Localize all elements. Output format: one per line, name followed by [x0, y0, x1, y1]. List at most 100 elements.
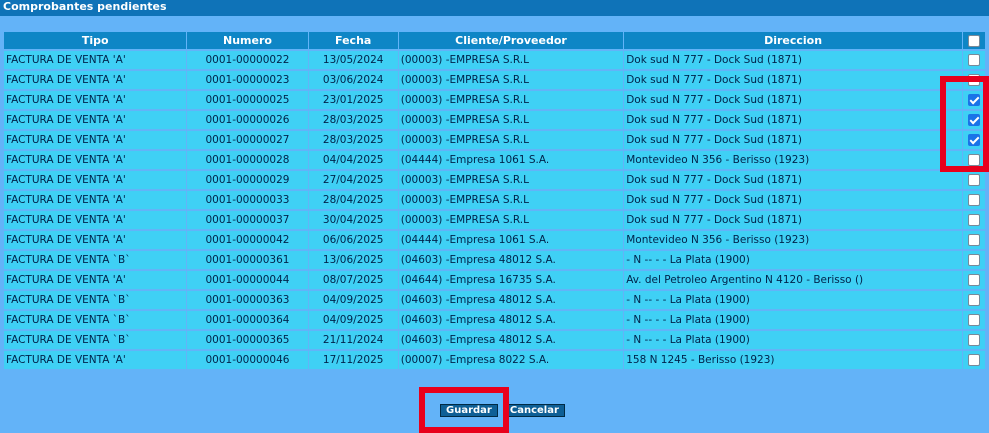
row-checkbox-cell	[962, 71, 985, 89]
cell-cliente: (04444) -Empresa 1061 S.A.	[398, 151, 624, 169]
cell-fecha: 21/11/2024	[308, 331, 398, 349]
cell-numero: 0001-00000037	[187, 211, 308, 229]
cell-fecha: 28/04/2025	[308, 191, 398, 209]
cell-cliente: (00003) -EMPRESA S.R.L	[398, 131, 624, 149]
cell-cliente: (04644) -Empresa 16735 S.A.	[398, 271, 624, 289]
cell-direccion: - N -- - - La Plata (1900)	[624, 291, 962, 309]
row-checkbox-cell	[962, 151, 985, 169]
cell-direccion: Dok sud N 777 - Dock Sud (1871)	[624, 131, 962, 149]
cell-direccion: - N -- - - La Plata (1900)	[624, 251, 962, 269]
cell-tipo: FACTURA DE VENTA 'A'	[4, 131, 187, 149]
row-select-checkbox[interactable]	[967, 354, 980, 366]
cell-tipo: FACTURA DE VENTA `B`	[4, 311, 187, 329]
cell-fecha: 04/04/2025	[308, 151, 398, 169]
cell-fecha: 23/01/2025	[308, 91, 398, 109]
cell-numero: 0001-00000023	[187, 71, 308, 89]
row-checkbox-cell	[962, 51, 985, 69]
cell-numero: 0001-00000363	[187, 291, 308, 309]
comprobantes-table: Tipo Numero Fecha Cliente/Proveedor Dire…	[3, 30, 986, 371]
row-select-checkbox[interactable]	[967, 54, 980, 66]
table-row[interactable]: FACTURA DE VENTA `B` 0001-00000361 13/06/2…	[4, 251, 985, 269]
cell-tipo: FACTURA DE VENTA 'A'	[4, 51, 187, 69]
row-select-checkbox[interactable]	[967, 214, 980, 226]
row-select-checkbox[interactable]	[967, 274, 980, 286]
save-button[interactable]: Guardar	[440, 404, 498, 417]
cell-fecha: 13/05/2024	[308, 51, 398, 69]
table-row[interactable]: FACTURA DE VENTA 'A' 0001-00000029 27/04/2…	[4, 171, 985, 189]
row-select-checkbox[interactable]	[967, 194, 980, 206]
table-header-row: Tipo Numero Fecha Cliente/Proveedor Dire…	[4, 32, 985, 49]
cell-numero: 0001-00000026	[187, 111, 308, 129]
column-header-direccion: Direccion	[624, 32, 962, 49]
cell-cliente: (00003) -EMPRESA S.R.L	[398, 191, 624, 209]
cell-numero: 0001-00000022	[187, 51, 308, 69]
row-checkbox-cell	[962, 211, 985, 229]
cell-cliente: (00003) -EMPRESA S.R.L	[398, 171, 624, 189]
column-header-cliente: Cliente/Proveedor	[398, 32, 624, 49]
cell-direccion: - N -- - - La Plata (1900)	[624, 331, 962, 349]
cell-fecha: 04/09/2025	[308, 291, 398, 309]
select-all-checkbox[interactable]	[967, 35, 980, 47]
cell-fecha: 17/11/2025	[308, 351, 398, 369]
cell-numero: 0001-00000027	[187, 131, 308, 149]
column-header-tipo: Tipo	[4, 32, 187, 49]
row-checkbox-cell	[962, 351, 985, 369]
cell-direccion: Av. del Petroleo Argentino N 4120 - Beri…	[624, 271, 962, 289]
row-select-checkbox[interactable]	[967, 154, 980, 166]
table-row[interactable]: FACTURA DE VENTA 'A' 0001-00000022 13/05/2…	[4, 51, 985, 69]
table-row[interactable]: FACTURA DE VENTA 'A' 0001-00000027 28/03/2…	[4, 131, 985, 149]
cell-numero: 0001-00000029	[187, 171, 308, 189]
cell-cliente: (00007) -Empresa 8022 S.A.	[398, 351, 624, 369]
cell-tipo: FACTURA DE VENTA `B`	[4, 331, 187, 349]
row-checkbox-cell	[962, 291, 985, 309]
cell-tipo: FACTURA DE VENTA `B`	[4, 251, 187, 269]
row-select-checkbox[interactable]	[967, 314, 980, 326]
row-checkbox-cell	[962, 191, 985, 209]
cell-numero: 0001-00000044	[187, 271, 308, 289]
cell-tipo: FACTURA DE VENTA 'A'	[4, 211, 187, 229]
cell-tipo: FACTURA DE VENTA 'A'	[4, 71, 187, 89]
table-row[interactable]: FACTURA DE VENTA 'A' 0001-00000023 03/06/2…	[4, 71, 985, 89]
cell-numero: 0001-00000042	[187, 231, 308, 249]
cell-cliente: (04603) -Empresa 48012 S.A.	[398, 331, 624, 349]
table-row[interactable]: FACTURA DE VENTA 'A' 0001-00000037 30/04/2…	[4, 211, 985, 229]
row-checkbox-cell	[962, 251, 985, 269]
cell-cliente: (00003) -EMPRESA S.R.L	[398, 71, 624, 89]
table-row[interactable]: FACTURA DE VENTA 'A' 0001-00000042 06/06/2…	[4, 231, 985, 249]
row-checkbox-cell	[962, 91, 985, 109]
cell-tipo: FACTURA DE VENTA 'A'	[4, 271, 187, 289]
cell-tipo: FACTURA DE VENTA 'A'	[4, 91, 187, 109]
table-row[interactable]: FACTURA DE VENTA `B` 0001-00000364 04/09/2…	[4, 311, 985, 329]
row-select-checkbox[interactable]	[967, 134, 980, 146]
row-select-checkbox[interactable]	[967, 234, 980, 246]
column-header-numero: Numero	[187, 32, 308, 49]
row-select-checkbox[interactable]	[967, 254, 980, 266]
table-row[interactable]: FACTURA DE VENTA 'A' 0001-00000025 23/01/2…	[4, 91, 985, 109]
table-row[interactable]: FACTURA DE VENTA `B` 0001-00000365 21/11/2…	[4, 331, 985, 349]
table-row[interactable]: FACTURA DE VENTA 'A' 0001-00000026 28/03/2…	[4, 111, 985, 129]
cancel-button[interactable]: Cancelar	[503, 404, 565, 417]
table-row[interactable]: FACTURA DE VENTA 'A' 0001-00000028 04/04/2…	[4, 151, 985, 169]
table-row[interactable]: FACTURA DE VENTA `B` 0001-00000363 04/09/2…	[4, 291, 985, 309]
cell-numero: 0001-00000365	[187, 331, 308, 349]
row-select-checkbox[interactable]	[967, 174, 980, 186]
table-row[interactable]: FACTURA DE VENTA 'A' 0001-00000033 28/04/2…	[4, 191, 985, 209]
row-checkbox-cell	[962, 111, 985, 129]
table-row[interactable]: FACTURA DE VENTA 'A' 0001-00000046 17/11/2…	[4, 351, 985, 369]
cell-fecha: 04/09/2025	[308, 311, 398, 329]
cell-direccion: 158 N 1245 - Berisso (1923)	[624, 351, 962, 369]
row-checkbox-cell	[962, 331, 985, 349]
row-select-checkbox[interactable]	[967, 94, 980, 106]
row-select-checkbox[interactable]	[967, 334, 980, 346]
row-select-checkbox[interactable]	[967, 114, 980, 126]
row-select-checkbox[interactable]	[967, 294, 980, 306]
cell-tipo: FACTURA DE VENTA 'A'	[4, 191, 187, 209]
row-select-checkbox[interactable]	[967, 74, 980, 86]
cell-tipo: FACTURA DE VENTA 'A'	[4, 151, 187, 169]
table-body: FACTURA DE VENTA 'A' 0001-00000022 13/05/2…	[4, 51, 985, 369]
table-row[interactable]: FACTURA DE VENTA 'A' 0001-00000044 08/07/2…	[4, 271, 985, 289]
cell-fecha: 06/06/2025	[308, 231, 398, 249]
cell-fecha: 30/04/2025	[308, 211, 398, 229]
cell-direccion: Dok sud N 777 - Dock Sud (1871)	[624, 51, 962, 69]
row-checkbox-cell	[962, 271, 985, 289]
